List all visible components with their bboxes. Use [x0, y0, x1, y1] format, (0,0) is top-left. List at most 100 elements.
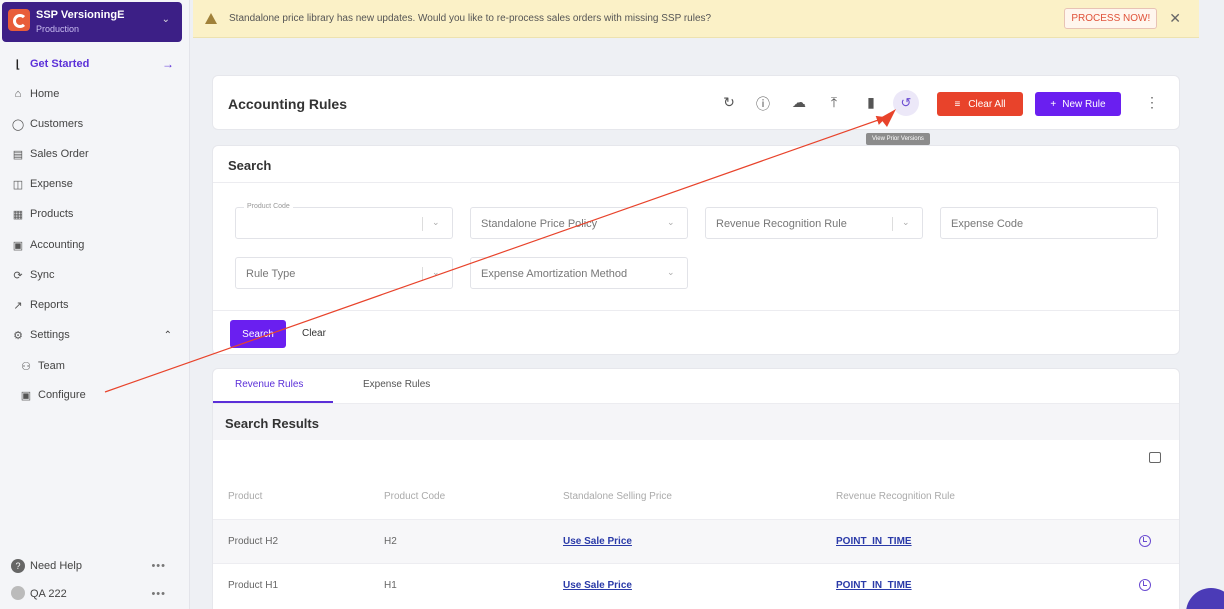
chevron-down-icon: ⌄ [667, 267, 675, 277]
more-icon[interactable]: ••• [151, 560, 166, 572]
rev-rule-link[interactable]: POINT_IN_TIME [836, 536, 912, 547]
search-button[interactable]: Search [230, 320, 286, 348]
refresh-icon[interactable]: ↻ [720, 94, 738, 111]
help-circle-icon[interactable]: ⓘ [754, 94, 772, 114]
more-icon[interactable]: ••• [151, 588, 166, 600]
sidebar-item-configure[interactable]: ▣ Configure [0, 382, 190, 408]
process-now-button[interactable]: PROCESS NOW! [1064, 8, 1158, 29]
sidebar-item-label: Need Help [30, 560, 82, 572]
cloud-upload-icon[interactable]: ☁ [790, 94, 808, 111]
sidebar-item-products[interactable]: ▦ Products [0, 201, 190, 227]
close-icon[interactable]: ✕ [1169, 10, 1181, 27]
sidebar-item-label: Sales Order [30, 148, 89, 160]
results-title: Search Results [225, 416, 319, 431]
rev-rule-placeholder: Revenue Recognition Rule [716, 218, 847, 230]
banner-message: Standalone price library has new updates… [229, 13, 712, 24]
sidebar-item-accounting[interactable]: ▣ Accounting [0, 232, 190, 258]
home-icon: ⌂ [14, 88, 22, 100]
tab-expense-rules[interactable]: Expense Rules [363, 379, 430, 390]
more-vertical-icon[interactable]: ⋮ [1145, 94, 1159, 111]
ssp-link[interactable]: Use Sale Price [563, 536, 632, 547]
clock-icon[interactable] [1139, 579, 1151, 591]
sidebar-item-team[interactable]: ⚇ Team [0, 353, 190, 379]
sidebar-item-sales-order[interactable]: ▤ Sales Order [0, 141, 190, 167]
sidebar-item-label: Expense [30, 178, 73, 190]
sidebar-item-label: Accounting [30, 239, 85, 251]
column-header: Product [228, 491, 263, 502]
page-header: Accounting Rules ↻ ⓘ ☁ ⤒ ▮ ↺ ≡ Clear All… [212, 75, 1180, 130]
reports-icon: ↗ [13, 299, 23, 312]
results-panel: Revenue Rules Expense Rules Search Resul… [212, 368, 1180, 609]
table-row[interactable]: Product H2 H2 Use Sale Price POINT_IN_TI… [213, 519, 1179, 563]
new-rule-label: New Rule [1062, 98, 1106, 110]
sales-order-icon: ▤ [12, 148, 24, 161]
flag-icon: ⌊ [15, 58, 21, 71]
clock-icon[interactable] [1139, 535, 1151, 547]
org-switcher[interactable]: SSP VersioningE Production ⌄ [2, 2, 182, 42]
sidebar-item-label: Team [38, 360, 65, 372]
avatar [11, 585, 25, 600]
org-name: SSP VersioningE [36, 9, 125, 21]
expense-icon: ◫ [12, 178, 24, 191]
clear-icon: ≡ [954, 98, 961, 110]
bar-chart-icon[interactable]: ▮ [862, 94, 880, 111]
update-banner: Standalone price library has new updates… [193, 0, 1199, 38]
warning-icon-wrap [205, 13, 225, 24]
org-env: Production [36, 24, 80, 34]
new-rule-button[interactable]: + New Rule [1035, 92, 1121, 116]
divider [213, 182, 1179, 183]
clear-button[interactable]: Clear [302, 328, 326, 339]
ssp-link[interactable]: Use Sale Price [563, 580, 632, 591]
sidebar-item-settings[interactable]: ⚙ Settings ⌃ [0, 322, 190, 348]
user-name: QA 222 [30, 588, 67, 600]
configure-icon: ▣ [20, 389, 32, 402]
clear-all-button[interactable]: ≡ Clear All [937, 92, 1023, 116]
chevron-down-icon: ⌄ [161, 14, 170, 25]
results-title-bar [213, 404, 1179, 440]
columns-icon[interactable] [1149, 452, 1161, 463]
arrow-right-icon: → [162, 57, 174, 71]
sidebar: SSP VersioningE Production ⌄ ⌊ Get Start… [0, 0, 190, 609]
sidebar-item-reports[interactable]: ↗ Reports [0, 292, 190, 318]
amort-method-select[interactable]: Expense Amortization Method ⌄ [470, 257, 688, 289]
table-row[interactable]: Product H1 H1 Use Sale Price POINT_IN_TI… [213, 563, 1179, 607]
warning-icon [205, 13, 217, 24]
sidebar-item-label: Sync [30, 269, 55, 281]
sync-icon: ⟳ [13, 269, 23, 282]
rev-rule-link[interactable]: POINT_IN_TIME [836, 580, 912, 591]
rule-type-select[interactable]: Rule Type ⌄ [235, 257, 453, 289]
upload-icon[interactable]: ⤒ [825, 94, 843, 111]
app-logo [8, 9, 30, 31]
chat-launcher[interactable] [1186, 588, 1224, 609]
page-title: Accounting Rules [228, 96, 348, 112]
chevron-down-icon: ⌄ [432, 217, 440, 227]
history-icon[interactable]: ↺ [893, 90, 919, 116]
sidebar-item-expense[interactable]: ◫ Expense [0, 171, 190, 197]
search-panel: Search Product Code ⌄ Standalone Price P… [212, 145, 1180, 355]
plus-icon: + [1050, 98, 1057, 110]
column-header: Standalone Selling Price [563, 491, 672, 502]
sidebar-item-user[interactable]: QA 222 ••• [0, 581, 190, 607]
gear-icon: ⚙ [13, 329, 23, 342]
product-code-select[interactable]: Product Code ⌄ [235, 203, 453, 239]
chevron-down-icon: ⌄ [432, 267, 440, 277]
sidebar-item-label: Configure [38, 389, 86, 401]
sidebar-item-home[interactable]: ⌂ Home [0, 81, 190, 107]
team-icon: ⚇ [21, 360, 31, 373]
sidebar-item-get-started[interactable]: ⌊ Get Started → [0, 51, 190, 77]
ssp-policy-select[interactable]: Standalone Price Policy ⌄ [470, 207, 688, 239]
tab-revenue-rules[interactable]: Revenue Rules [235, 379, 303, 390]
sidebar-item-label: Reports [30, 299, 69, 311]
sidebar-item-customers[interactable]: ◯ Customers [0, 111, 190, 137]
chevron-down-icon: ⌄ [667, 217, 675, 227]
sidebar-item-label: Customers [30, 118, 84, 130]
customers-icon: ◯ [11, 118, 25, 131]
rev-rule-select[interactable]: Revenue Recognition Rule ⌄ [705, 207, 923, 239]
select-separator [422, 217, 423, 231]
sidebar-item-need-help[interactable]: ? Need Help ••• [0, 553, 190, 579]
sidebar-item-sync[interactable]: ⟳ Sync [0, 262, 190, 288]
expense-code-placeholder: Expense Code [951, 218, 1024, 230]
ssp-policy-placeholder: Standalone Price Policy [481, 218, 598, 230]
cell-product: Product H1 [228, 580, 279, 591]
expense-code-input[interactable]: Expense Code [940, 207, 1158, 239]
